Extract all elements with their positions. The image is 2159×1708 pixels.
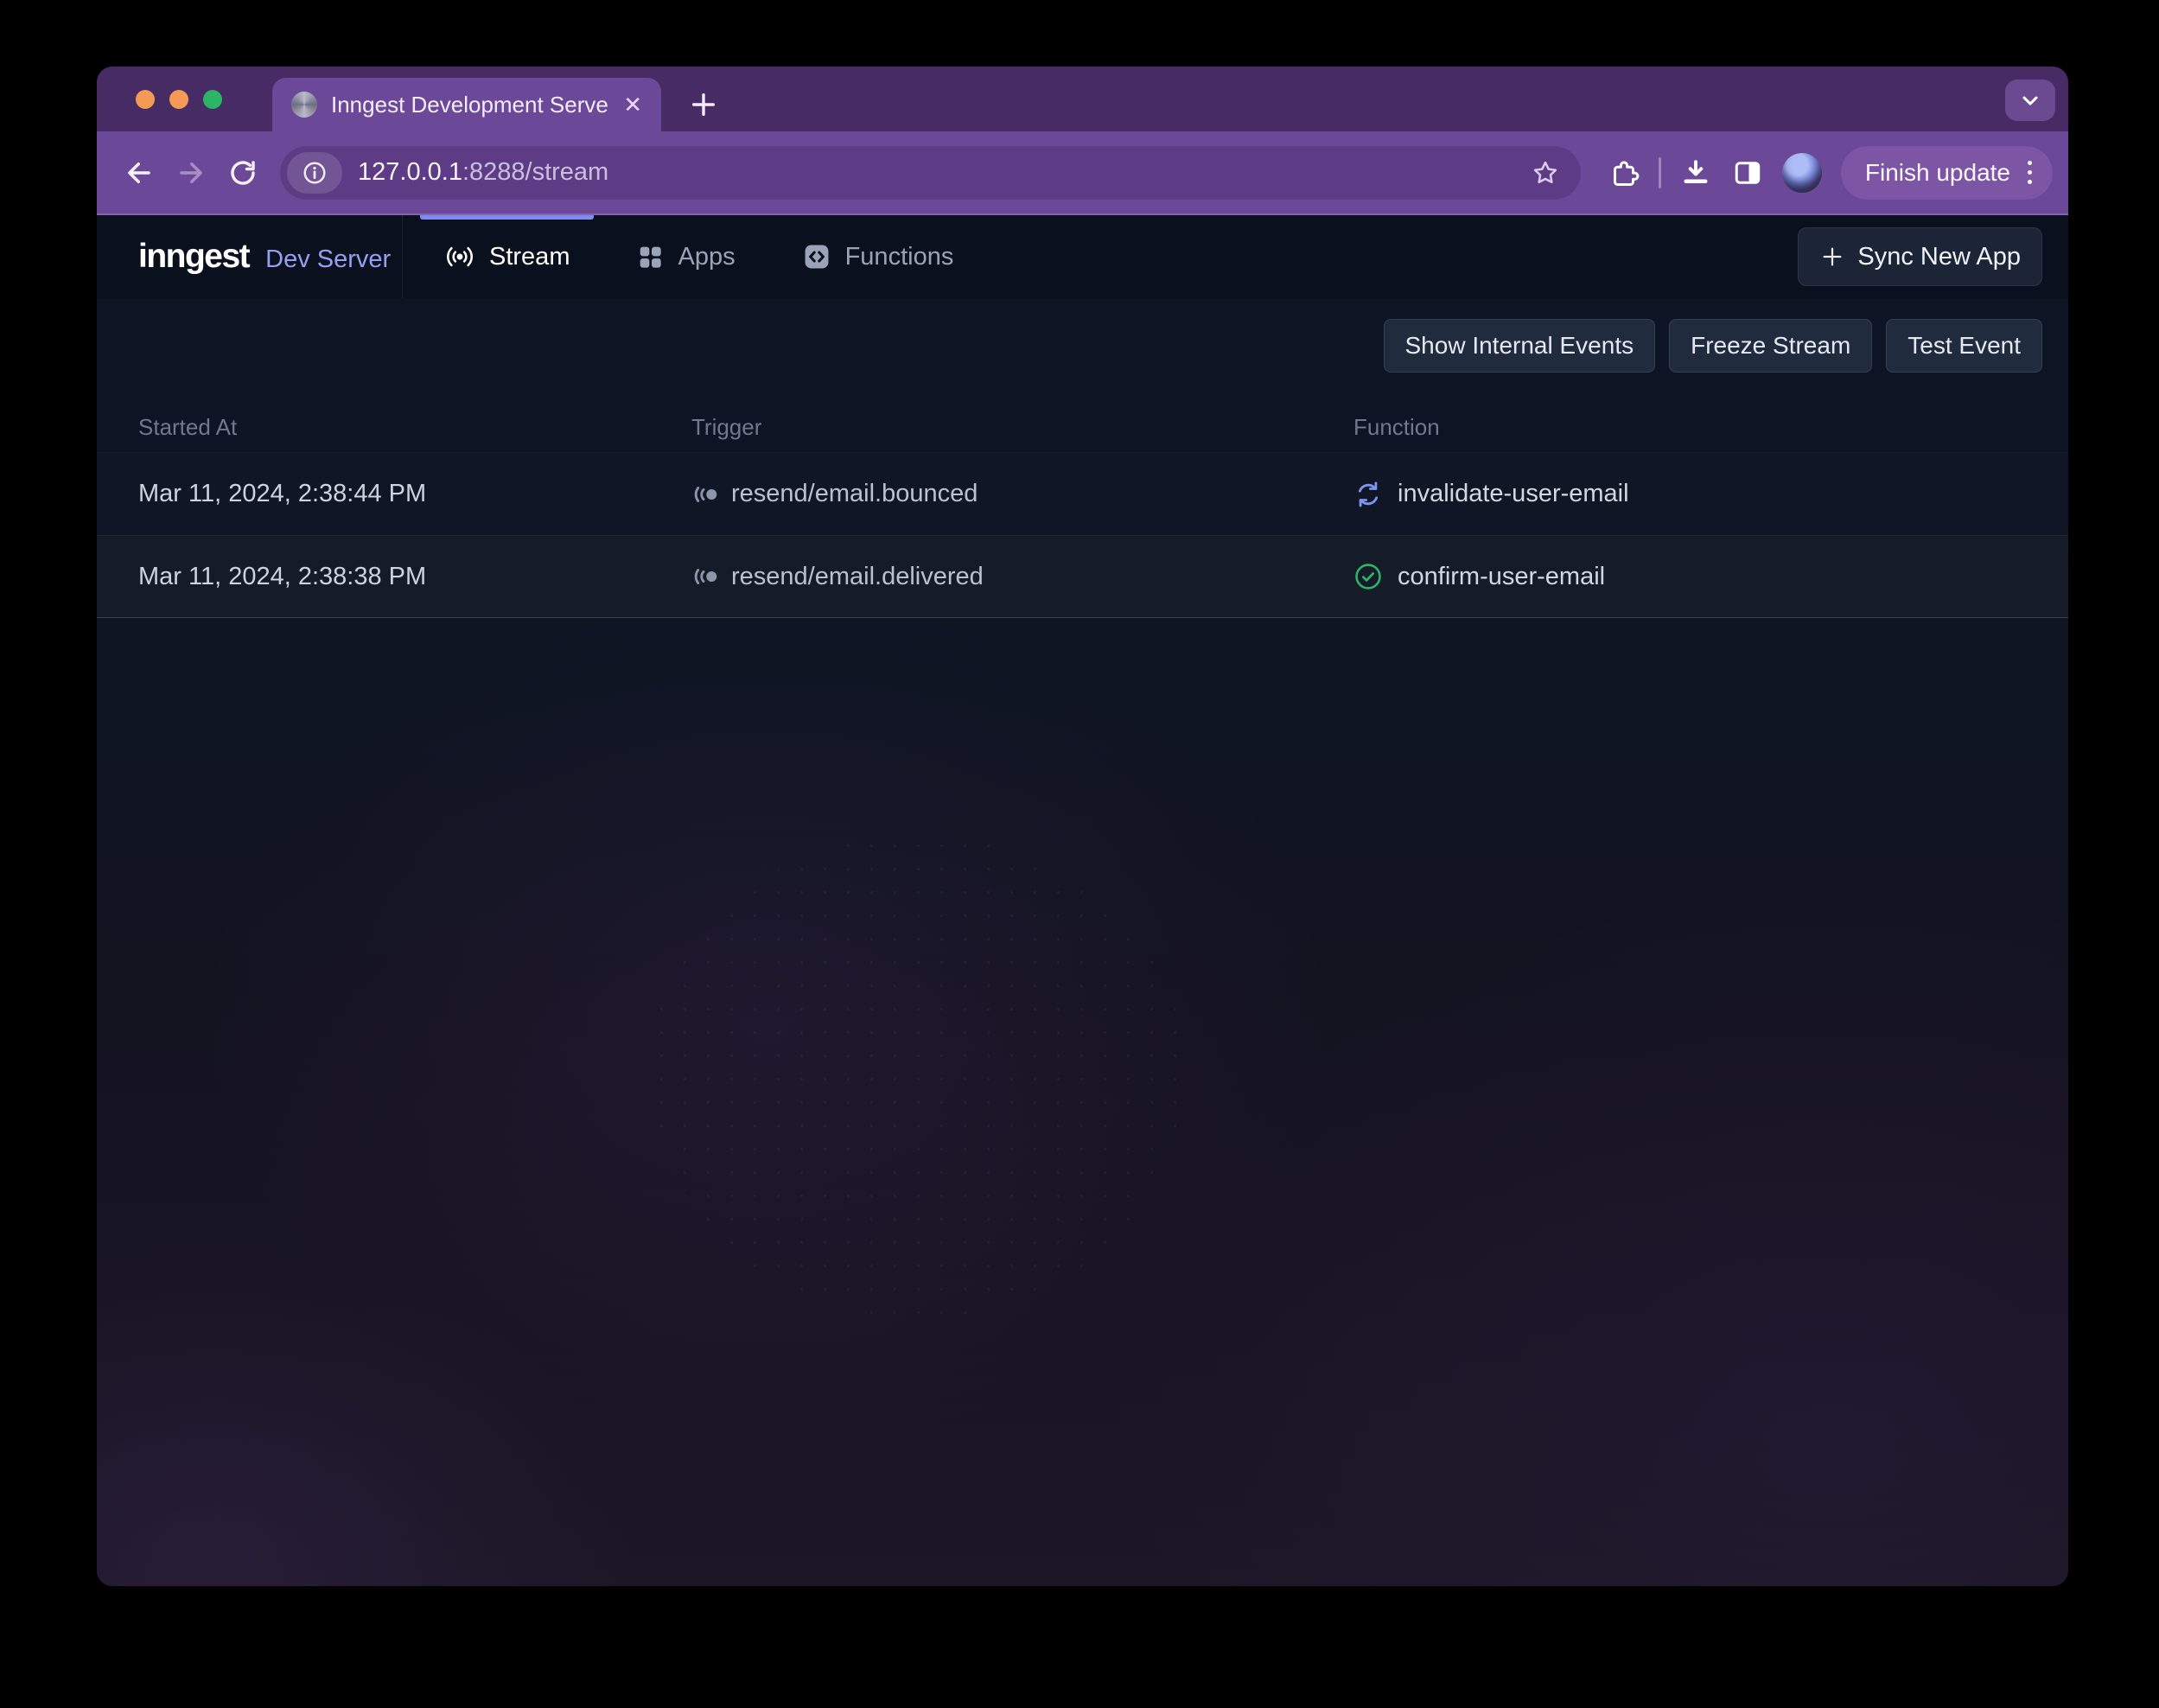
tab-functions-label: Functions <box>845 243 954 271</box>
tab-functions[interactable]: Functions <box>778 215 978 298</box>
browser-toolbar: 127.0.0.1:8288/stream Finish update <box>97 131 2068 215</box>
finish-update-label: Finish update <box>1865 159 2010 187</box>
apps-grid-icon <box>636 243 664 271</box>
test-event-button[interactable]: Test Event <box>1886 319 2042 373</box>
completed-status-icon <box>1353 562 1383 591</box>
table-row[interactable]: Mar 11, 2024, 2:38:44 PM resend/email.bo… <box>97 452 2068 535</box>
trigger-cell: resend/email.delivered <box>691 563 1353 591</box>
profile-avatar[interactable] <box>1782 153 1822 193</box>
tab-title: Inngest Development Server <box>331 92 609 118</box>
fullscreen-window-button[interactable] <box>203 90 222 109</box>
trigger-name: resend/email.delivered <box>731 563 984 591</box>
browser-window: Inngest Development Server ✕ <box>97 67 2068 1586</box>
forward-arrow-icon <box>175 156 207 189</box>
function-cell: invalidate-user-email <box>1353 480 2068 509</box>
inngest-logo: inngest <box>138 238 249 276</box>
minimize-window-button[interactable] <box>169 90 188 109</box>
event-trigger-icon <box>691 487 718 502</box>
sync-new-app-label: Sync New App <box>1857 243 2021 271</box>
trigger-cell: resend/email.bounced <box>691 480 1353 508</box>
column-header-trigger: Trigger <box>691 414 1353 441</box>
finish-update-button[interactable]: Finish update <box>1841 146 2053 200</box>
stream-table-header: Started At Trigger Function <box>97 402 2068 452</box>
new-tab-button[interactable] <box>678 78 729 131</box>
nav-divider <box>402 215 403 298</box>
plus-icon <box>1819 244 1845 270</box>
function-name: invalidate-user-email <box>1398 480 1629 508</box>
window-controls <box>136 67 222 131</box>
site-info-button[interactable] <box>287 152 342 194</box>
info-icon <box>302 160 328 186</box>
tab-apps[interactable]: Apps <box>612 215 759 298</box>
url-path: :8288/stream <box>462 158 608 186</box>
url-text: 127.0.0.1:8288/stream <box>358 158 608 187</box>
plus-icon <box>689 90 718 119</box>
bookmark-button[interactable] <box>1531 158 1560 188</box>
tab-close-icon[interactable]: ✕ <box>623 93 642 116</box>
tab-stream[interactable]: Stream <box>420 215 594 298</box>
back-button[interactable] <box>119 153 159 193</box>
started-at-cell: Mar 11, 2024, 2:38:44 PM <box>138 480 691 508</box>
back-arrow-icon <box>123 156 156 189</box>
event-trigger-icon <box>691 569 718 584</box>
browser-tab[interactable]: Inngest Development Server ✕ <box>272 78 661 131</box>
env-label: Dev Server <box>265 245 391 274</box>
app-nav-tabs: Stream Apps Functions <box>420 215 978 298</box>
reload-icon <box>227 157 258 188</box>
star-icon <box>1531 158 1560 188</box>
started-at-cell: Mar 11, 2024, 2:38:38 PM <box>138 563 691 591</box>
function-cell: confirm-user-email <box>1353 562 2068 591</box>
table-row[interactable]: Mar 11, 2024, 2:38:38 PM resend/email.de… <box>97 535 2068 618</box>
toolbar-separator <box>1659 157 1661 188</box>
column-header-started-at: Started At <box>138 414 691 441</box>
functions-code-icon <box>802 242 831 271</box>
address-bar[interactable]: 127.0.0.1:8288/stream <box>280 146 1581 200</box>
side-panel-button[interactable] <box>1727 152 1768 194</box>
extensions-button[interactable] <box>1603 152 1645 194</box>
stream-icon <box>444 241 475 272</box>
function-name: confirm-user-email <box>1398 563 1605 591</box>
url-host: 127.0.0.1 <box>358 158 462 186</box>
tab-stream-label: Stream <box>489 243 570 271</box>
chevron-down-icon <box>2018 88 2042 112</box>
column-header-function: Function <box>1353 414 2068 441</box>
reload-button[interactable] <box>223 153 263 193</box>
browser-tab-strip: Inngest Development Server ✕ <box>97 67 2068 131</box>
forward-button[interactable] <box>171 153 211 193</box>
desktop: Inngest Development Server ✕ <box>0 0 2159 1708</box>
stream-page: Show Internal Events Freeze Stream Test … <box>97 298 2068 1586</box>
downloads-button[interactable] <box>1675 152 1716 194</box>
close-window-button[interactable] <box>136 90 155 109</box>
stream-actions: Show Internal Events Freeze Stream Test … <box>97 298 2068 373</box>
tab-apps-label: Apps <box>678 243 735 271</box>
sync-new-app-button[interactable]: Sync New App <box>1798 227 2042 286</box>
app-logo-block: inngest Dev Server <box>97 238 402 276</box>
side-panel-icon <box>1732 157 1763 188</box>
browser-menu-icon[interactable] <box>2024 157 2035 188</box>
download-icon <box>1680 157 1711 188</box>
app-header: inngest Dev Server Stream <box>97 215 2068 298</box>
trigger-name: resend/email.bounced <box>731 480 978 508</box>
freeze-stream-button[interactable]: Freeze Stream <box>1669 319 1872 373</box>
tab-search-button[interactable] <box>2005 80 2055 121</box>
tab-favicon-icon <box>291 92 317 118</box>
running-status-icon <box>1353 480 1383 509</box>
stream-empty-area <box>97 618 2068 1586</box>
show-internal-events-button[interactable]: Show Internal Events <box>1384 319 1656 373</box>
puzzle-icon <box>1608 157 1640 188</box>
